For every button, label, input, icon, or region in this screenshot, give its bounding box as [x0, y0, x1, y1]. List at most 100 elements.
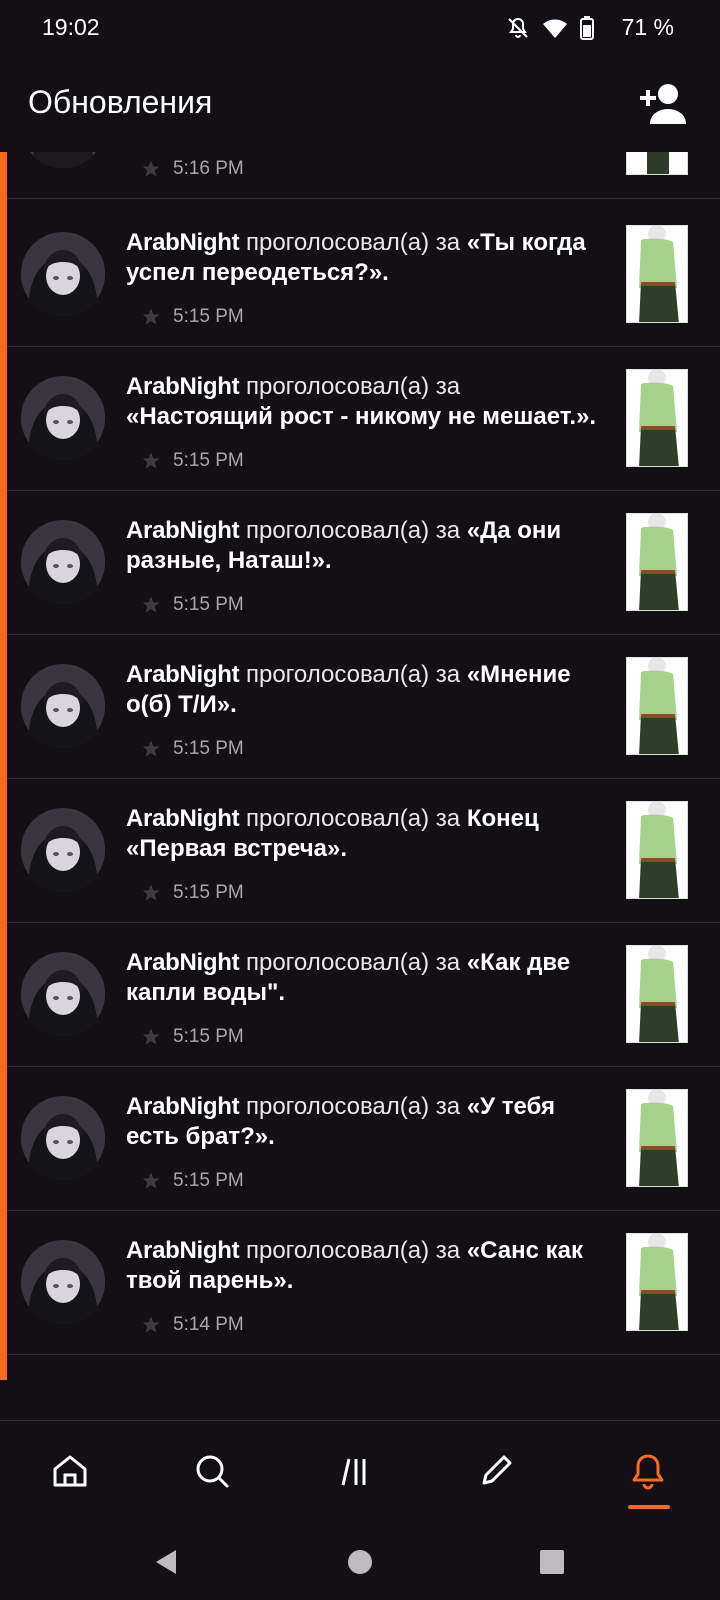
story-cover-thumbnail[interactable]	[626, 1089, 688, 1187]
pencil-icon	[482, 1455, 512, 1485]
row-meta: 5:15 PM	[141, 303, 244, 331]
back-button[interactable]	[148, 1544, 184, 1580]
action-text: проголосовал(а) за	[245, 805, 461, 832]
avatar[interactable]	[21, 1240, 105, 1324]
action-text: проголосовал(а) за	[245, 373, 461, 400]
timestamp: 5:15 PM	[173, 306, 244, 327]
list-item[interactable]: ArabNight проголосовал(а) за «Да они раз…	[7, 488, 720, 635]
username[interactable]: ArabNight	[126, 805, 240, 832]
username[interactable]: ArabNight	[126, 661, 240, 688]
active-tab-indicator	[628, 1505, 670, 1509]
star-icon	[142, 740, 160, 757]
avatar[interactable]	[21, 952, 105, 1036]
library-icon	[341, 1458, 366, 1486]
star-icon	[142, 884, 160, 901]
username[interactable]: ArabNight	[126, 949, 240, 976]
action-text: проголосовал(а) за	[245, 1237, 461, 1264]
nav-write[interactable]	[468, 1443, 524, 1499]
story-cover-thumbnail[interactable]	[626, 225, 688, 323]
add-user-icon	[640, 84, 686, 124]
row-meta: 5:15 PM	[141, 1023, 244, 1051]
username[interactable]: ArabNight	[126, 373, 240, 400]
story-cover-thumbnail[interactable]	[626, 369, 688, 467]
battery-icon	[580, 16, 594, 40]
story-title[interactable]: «Настоящий рост - никому не мешает.».	[126, 403, 596, 430]
nav-library[interactable]	[326, 1443, 382, 1499]
nav-search[interactable]	[184, 1443, 240, 1499]
app-bar: Обновления	[0, 56, 720, 152]
row-meta: 5:15 PM	[141, 447, 244, 475]
avatar[interactable]	[21, 232, 105, 316]
action-text: проголосовал(а) за	[245, 1093, 461, 1120]
username[interactable]: ArabNight	[126, 1237, 240, 1264]
story-cover-thumbnail[interactable]	[626, 945, 688, 1043]
list-item-partial[interactable]: 5:16 PM	[7, 152, 720, 199]
list-item[interactable]: ArabNight проголосовал(а) за «Мнение о(б…	[7, 632, 720, 779]
avatar[interactable]	[21, 520, 105, 604]
timestamp: 5:15 PM	[173, 1170, 244, 1191]
star-icon	[142, 452, 160, 469]
action-text: проголосовал(а) за	[245, 949, 461, 976]
story-cover-thumbnail[interactable]	[626, 801, 688, 899]
avatar[interactable]	[21, 1096, 105, 1180]
list-item[interactable]: ArabNight проголосовал(а) за «Ты когда у…	[7, 200, 720, 347]
bottom-navigation	[0, 1420, 720, 1520]
nav-notifications[interactable]	[620, 1443, 676, 1499]
notification-text: ArabNight проголосовал(а) за «Да они раз…	[126, 516, 606, 576]
recents-button[interactable]	[534, 1544, 570, 1580]
list-item[interactable]: ArabNight проголосовал(а) за Конец «Перв…	[7, 776, 720, 923]
wifi-icon	[542, 17, 568, 39]
row-meta: 5:15 PM	[141, 1167, 244, 1195]
username[interactable]: ArabNight	[126, 1093, 240, 1120]
back-icon	[156, 1550, 176, 1574]
star-icon	[142, 160, 160, 177]
mute-bell-icon	[506, 16, 530, 40]
action-text: проголосовал(а) за	[245, 229, 461, 256]
timestamp: 5:16 PM	[173, 158, 244, 179]
avatar[interactable]	[21, 376, 105, 460]
story-cover-thumbnail[interactable]	[626, 513, 688, 611]
story-cover-thumbnail[interactable]	[626, 1233, 688, 1331]
action-text: проголосовал(а) за	[245, 661, 461, 688]
username[interactable]: ArabNight	[126, 517, 240, 544]
notification-text: ArabNight проголосовал(а) за «Ты когда у…	[126, 228, 606, 288]
nav-home[interactable]	[42, 1443, 98, 1499]
star-icon	[142, 1172, 160, 1189]
list-item[interactable]: ArabNight проголосовал(а) за «Как две ка…	[7, 920, 720, 1067]
notification-text: ArabNight проголосовал(а) за «Настоящий …	[126, 372, 606, 432]
avatar[interactable]	[21, 808, 105, 892]
list-item[interactable]: ArabNight проголосовал(а) за «Настоящий …	[7, 344, 720, 491]
notification-text: ArabNight проголосовал(а) за «Санс как т…	[126, 1236, 606, 1296]
row-meta: 5:15 PM	[141, 879, 244, 907]
star-icon	[142, 308, 160, 325]
timestamp: 5:15 PM	[173, 450, 244, 471]
row-meta: 5:14 PM	[141, 1311, 244, 1339]
add-user-button[interactable]	[640, 82, 688, 126]
system-navigation	[0, 1520, 720, 1600]
search-icon	[196, 1455, 229, 1488]
star-icon	[142, 1028, 160, 1045]
timestamp: 5:15 PM	[173, 1026, 244, 1047]
notification-text: ArabNight проголосовал(а) за Конец «Перв…	[126, 804, 606, 864]
battery-percent: 71 %	[621, 14, 674, 40]
star-icon	[142, 1316, 160, 1333]
avatar[interactable]	[21, 664, 105, 748]
notification-text: ArabNight проголосовал(а) за «У тебя ест…	[126, 1092, 606, 1152]
bell-icon	[632, 1454, 664, 1490]
timestamp: 5:14 PM	[173, 1314, 244, 1335]
recents-icon	[540, 1550, 564, 1574]
timestamp: 5:15 PM	[173, 882, 244, 903]
home-circle-icon	[348, 1550, 372, 1574]
story-cover-thumbnail[interactable]	[626, 657, 688, 755]
story-cover-thumbnail[interactable]	[626, 152, 688, 175]
notification-text: ArabNight проголосовал(а) за «Как две ка…	[126, 948, 606, 1008]
list-item[interactable]: ArabNight проголосовал(а) за «Санс как т…	[7, 1208, 720, 1355]
timestamp: 5:15 PM	[173, 594, 244, 615]
avatar[interactable]	[21, 152, 105, 168]
row-meta: 5:15 PM	[141, 591, 244, 619]
notification-feed[interactable]: 5:16 PM ArabNight проголосовал(а) за «Ты…	[0, 152, 720, 1420]
row-meta: 5:15 PM	[141, 735, 244, 763]
home-button[interactable]	[342, 1544, 378, 1580]
list-item[interactable]: ArabNight проголосовал(а) за «У тебя ест…	[7, 1064, 720, 1211]
username[interactable]: ArabNight	[126, 229, 240, 256]
